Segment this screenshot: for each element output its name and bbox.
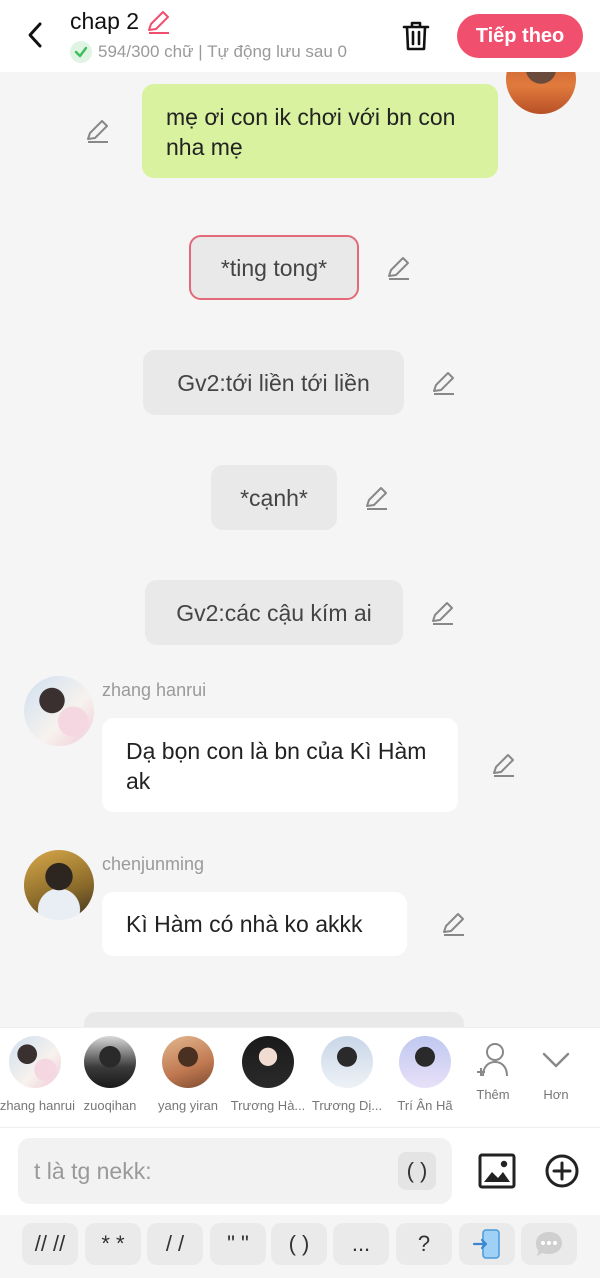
pencil-icon[interactable] [363, 485, 389, 511]
symbol-button[interactable]: // // [22, 1223, 78, 1265]
chat-bubble-button[interactable] [521, 1223, 577, 1265]
more-characters-button[interactable]: Hơn [526, 1040, 586, 1102]
chevron-down-icon [542, 1052, 570, 1068]
symbol-button[interactable]: * * [85, 1223, 141, 1265]
narration-bubble[interactable]: *cạnh* [211, 465, 337, 530]
character-name: chenjunming [102, 854, 205, 874]
message-text: *cạnh* [240, 484, 308, 511]
pencil-icon[interactable] [440, 911, 466, 937]
add-button[interactable] [541, 1150, 583, 1192]
character-option[interactable]: zuoqihan [70, 1036, 150, 1113]
avatar[interactable] [24, 676, 94, 746]
message-text: Gv2:các cậu kím ai [176, 599, 372, 626]
message-text: Gv2:tới liền tới liền [177, 369, 370, 396]
pencil-icon[interactable] [84, 118, 110, 144]
pencil-icon[interactable] [429, 600, 455, 626]
narration-bubble-selected[interactable]: *ting tong* [189, 235, 359, 300]
symbol-toolbar: // // * * / / " " ( ) ... ? [0, 1215, 600, 1278]
check-icon [70, 41, 92, 63]
plus-circle-icon [545, 1154, 579, 1188]
symbol-button[interactable]: / / [147, 1223, 203, 1265]
avatar [242, 1036, 294, 1088]
avatar[interactable] [24, 850, 94, 920]
parentheses-button[interactable]: ( ) [398, 1152, 436, 1190]
app-header: chap 2 594/300 chữ | Tự động lưu sau 0 T… [0, 0, 600, 72]
symbol-button[interactable]: ... [333, 1223, 389, 1265]
chevron-left-icon [28, 22, 42, 48]
avatar [399, 1036, 451, 1088]
character-name: Trương Dị... [311, 1098, 383, 1113]
chat-area: mẹ ơi con ik chơi với bn con nha mẹ *tin… [0, 72, 600, 1027]
symbol-button[interactable]: ? [396, 1223, 452, 1265]
avatar [162, 1036, 214, 1088]
narration-bubble[interactable]: Gv2:các cậu kím ai [145, 580, 403, 645]
pencil-icon[interactable] [385, 255, 411, 281]
symbol-button[interactable]: ( ) [271, 1223, 327, 1265]
chat-bubble-icon [536, 1232, 562, 1256]
avatar [84, 1036, 136, 1088]
character-name: zuoqihan [83, 1098, 137, 1113]
character-selector: zhang hanrui zuoqihan yang yiran Trương … [0, 1027, 600, 1127]
message-input-container: ( ) [18, 1138, 452, 1204]
message-text: *ting tong* [220, 254, 328, 281]
add-person-icon [477, 1043, 508, 1077]
more-label: Hơn [543, 1087, 569, 1102]
character-name: Trí Ân Hã [397, 1098, 453, 1113]
avatar [9, 1036, 61, 1088]
back-button[interactable] [18, 18, 52, 52]
word-count-status: 594/300 chữ | Tự động lưu sau 0 [98, 42, 348, 61]
add-label: Thêm [476, 1087, 510, 1102]
character-name: zhang hanrui [0, 1098, 75, 1113]
message-input[interactable] [34, 1154, 394, 1188]
symbol-button[interactable]: " " [210, 1223, 266, 1265]
character-option[interactable]: Trí Ân Hã [385, 1036, 465, 1113]
message-text: Dạ bọn con là bn của Kì Hàm ak [126, 738, 427, 794]
phone-transfer-button[interactable] [459, 1223, 515, 1265]
next-button[interactable]: Tiếp theo [457, 14, 583, 58]
add-character-button[interactable]: Thêm [463, 1040, 523, 1102]
message-text: Kì Hàm có nhà ko akkk [126, 911, 363, 937]
character-option[interactable]: Trương Dị... [307, 1036, 387, 1113]
pencil-icon[interactable] [430, 370, 456, 396]
insert-image-button[interactable] [476, 1150, 518, 1192]
chapter-title-area: chap 2 594/300 chữ | Tự động lưu sau 0 [70, 8, 347, 63]
pencil-icon[interactable] [490, 752, 516, 778]
trash-icon [402, 21, 430, 51]
character-option[interactable]: yang yiran [148, 1036, 228, 1113]
message-text: mẹ ơi con ik chơi với bn con nha mẹ [166, 104, 456, 160]
character-name: zhang hanrui [102, 680, 207, 700]
character-message-bubble[interactable]: Kì Hàm có nhà ko akkk [102, 892, 407, 956]
character-name: Trương Hà... [230, 1098, 306, 1113]
pencil-icon[interactable] [145, 9, 171, 35]
composer-bar: ( ) [0, 1127, 600, 1215]
chapter-title: chap 2 [70, 8, 140, 34]
phone-import-icon [472, 1229, 500, 1259]
delete-button[interactable] [398, 18, 434, 54]
character-name: yang yiran [158, 1098, 218, 1113]
narration-bubble[interactable]: Gv2:tới liền tới liền [143, 350, 404, 415]
avatar [321, 1036, 373, 1088]
character-option[interactable]: zhang hanrui [0, 1036, 75, 1113]
partial-message-bubble [84, 1012, 464, 1027]
character-option[interactable]: Trương Hà... [228, 1036, 308, 1113]
user-message-bubble[interactable]: mẹ ơi con ik chơi với bn con nha mẹ [142, 84, 498, 178]
image-icon [478, 1153, 516, 1189]
character-message-bubble[interactable]: Dạ bọn con là bn của Kì Hàm ak [102, 718, 458, 812]
avatar[interactable] [506, 72, 576, 114]
